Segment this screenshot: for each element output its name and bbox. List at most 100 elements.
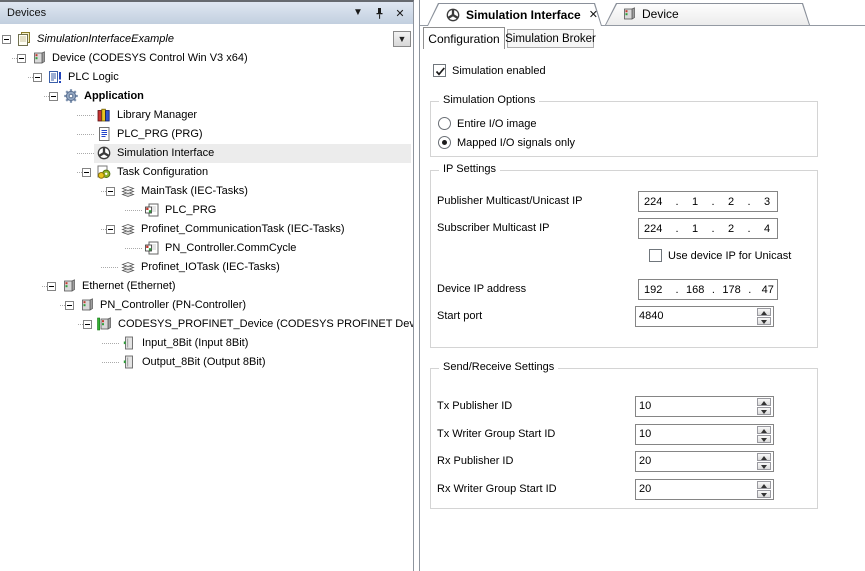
close-icon[interactable]: ✕: [392, 5, 408, 21]
collapse-icon[interactable]: [82, 168, 91, 177]
spin-down-button[interactable]: [757, 435, 771, 443]
tab-simulation-interface[interactable]: Simulation Interface ✕: [427, 3, 602, 26]
task-call-icon: [144, 240, 160, 256]
collapse-icon[interactable]: [2, 35, 11, 44]
field-label: Publisher Multicast/Unicast IP: [437, 191, 583, 212]
tree-item-pn-controller-commcycle[interactable]: PN_Controller.CommCycle: [0, 239, 413, 258]
devices-panel-header: Devices ▼ ✕: [0, 2, 413, 25]
device-icon: [621, 6, 637, 22]
tree-item-simulationinterfaceexample[interactable]: SimulationInterfaceExample: [0, 30, 413, 49]
radio-mapped-io-signals-only[interactable]: Mapped I/O signals only: [438, 135, 575, 150]
spin-down-button[interactable]: [757, 490, 771, 498]
tree-item-label: Task Configuration: [117, 163, 208, 182]
spinner-value: 20: [639, 452, 651, 471]
task-configuration-icon: [96, 164, 112, 180]
tree-item-label: Profinet_CommunicationTask (IEC-Tasks): [141, 220, 345, 239]
tree-item-pn-controller-pn-controller[interactable]: PN_Controller (PN-Controller): [0, 296, 413, 315]
start-port-spinner[interactable]: 4840: [635, 306, 774, 327]
devices-panel-title: Devices: [7, 7, 350, 19]
tab-device[interactable]: Device: [605, 3, 810, 25]
rx-publisher-id-spinner[interactable]: 20: [635, 451, 774, 472]
radio-icon: [438, 136, 451, 149]
tree-item-maintask-iec-tasks[interactable]: MainTask (IEC-Tasks): [0, 182, 413, 201]
spin-down-button[interactable]: [757, 317, 771, 325]
tree-item-profinet-iotask-iec-tasks[interactable]: Profinet_IOTask (IEC-Tasks): [0, 258, 413, 277]
field-row-start-port: Start port 4840: [431, 306, 817, 327]
ip-dot: .: [704, 284, 722, 296]
subscriber-multicast-ip-field[interactable]: 224.1.2.4: [638, 218, 778, 239]
tx-publisher-id-spinner[interactable]: 10: [635, 396, 774, 417]
group-title: Send/Receive Settings: [439, 361, 558, 373]
collapse-icon[interactable]: [17, 54, 26, 63]
spin-down-button[interactable]: [757, 462, 771, 470]
collapse-icon[interactable]: [33, 73, 42, 82]
radio-entire-io-image[interactable]: Entire I/O image: [438, 116, 536, 131]
tree-item-profinet-communicationtask-iec-tasks[interactable]: Profinet_CommunicationTask (IEC-Tasks): [0, 220, 413, 239]
pin-icon[interactable]: [371, 5, 387, 21]
field-row-publisher-multicast-unicast-ip: Publisher Multicast/Unicast IP 224.1.2.3: [431, 191, 817, 212]
tree-item-simulation-interface[interactable]: Simulation Interface: [0, 144, 413, 163]
spin-up-button[interactable]: [757, 426, 771, 434]
tree-item-input-8bit-input-8bit[interactable]: Input_8Bit (Input 8Bit): [0, 334, 413, 353]
use-device-ip-checkbox[interactable]: Use device IP for Unicast: [649, 248, 791, 263]
project-combo-button[interactable]: ▼: [393, 31, 411, 47]
spin-down-button[interactable]: [757, 407, 771, 415]
collapse-icon[interactable]: [49, 92, 58, 101]
spin-up-button[interactable]: [757, 398, 771, 406]
tree-item-output-8bit-output-8bit[interactable]: Output_8Bit (Output 8Bit): [0, 353, 413, 372]
ip-dot: .: [704, 223, 722, 235]
collapse-icon[interactable]: [65, 301, 74, 310]
collapse-icon[interactable]: [106, 187, 115, 196]
tree-item-label: Profinet_IOTask (IEC-Tasks): [141, 258, 280, 277]
field-label: Tx Publisher ID: [437, 396, 512, 417]
spinner-buttons: [756, 481, 772, 498]
ip-dot: .: [741, 284, 759, 296]
tree-connector: [102, 343, 119, 345]
device-ip-address-field[interactable]: 192.168.178.47: [638, 279, 778, 300]
ip-octet: 168: [686, 284, 704, 296]
spin-up-button[interactable]: [757, 453, 771, 461]
ip-octet: 224: [644, 223, 668, 235]
ip-octet: 47: [759, 284, 777, 296]
tree-item-plc-logic[interactable]: PLC Logic: [0, 68, 413, 87]
rx-writer-group-start-id-spinner[interactable]: 20: [635, 479, 774, 500]
tree-item-plc-prg[interactable]: PLC_PRG: [0, 201, 413, 220]
tree-item-label: Library Manager: [117, 106, 197, 125]
tx-writer-group-start-id-spinner[interactable]: 10: [635, 424, 774, 445]
tree-item-label: Application: [84, 87, 144, 106]
tree-item-task-configuration[interactable]: Task Configuration: [0, 163, 413, 182]
tree-item-label: CODESYS_PROFINET_Device (CODESYS PROFINE…: [118, 315, 413, 334]
ip-dot: .: [740, 196, 758, 208]
field-row-rx-writer-group-start-id: Rx Writer Group Start ID 20: [431, 479, 817, 500]
field-label: Rx Writer Group Start ID: [437, 479, 557, 500]
tree-item-plc-prg-prg[interactable]: PLC_PRG (PRG): [0, 125, 413, 144]
tree-item-library-manager[interactable]: Library Manager: [0, 106, 413, 125]
task-icon: [120, 183, 136, 199]
tree-item-device-codesys-control-win-v3-x64[interactable]: Device (CODESYS Control Win V3 x64): [0, 49, 413, 68]
collapse-icon[interactable]: [47, 282, 56, 291]
collapse-icon[interactable]: [83, 320, 92, 329]
spinner-buttons: [756, 453, 772, 470]
spin-up-button[interactable]: [757, 481, 771, 489]
group-title: IP Settings: [439, 163, 500, 175]
tab-label: Simulation Interface: [466, 8, 581, 22]
spin-up-button[interactable]: [757, 308, 771, 316]
tree-item-label: Ethernet (Ethernet): [82, 277, 176, 296]
tree-item-codesys-profinet-device-codesys-profinet-device[interactable]: CODESYS_PROFINET_Device (CODESYS PROFINE…: [0, 315, 413, 334]
spinner-value: 10: [639, 425, 651, 444]
simulation-enabled-checkbox[interactable]: Simulation enabled: [433, 63, 546, 78]
task-call-icon: [144, 202, 160, 218]
subtab-configuration[interactable]: Configuration: [423, 27, 505, 49]
subtab-simulation-broker[interactable]: Simulation Broker: [507, 29, 594, 48]
field-label: Start port: [437, 306, 482, 327]
spinner-value: 10: [639, 397, 651, 416]
chevron-down-icon[interactable]: ▼: [350, 5, 366, 21]
publisher-multicast-unicast-ip-field[interactable]: 224.1.2.3: [638, 191, 778, 212]
ip-dot: .: [668, 284, 686, 296]
tree-item-ethernet-ethernet[interactable]: Ethernet (Ethernet): [0, 277, 413, 296]
group-send-receive-settings: Send/Receive Settings Tx Publisher ID10T…: [430, 368, 818, 509]
tree-item-label: PLC_PRG: [165, 201, 216, 220]
close-icon[interactable]: ✕: [589, 8, 598, 21]
collapse-icon[interactable]: [106, 225, 115, 234]
tree-item-application[interactable]: Application: [0, 87, 413, 106]
